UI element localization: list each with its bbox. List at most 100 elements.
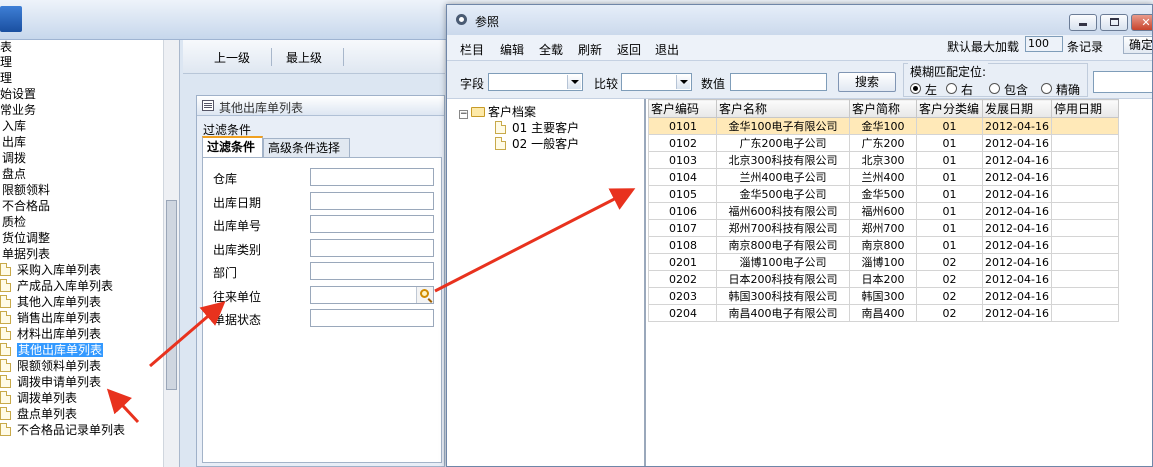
filter-input[interactable] xyxy=(310,238,434,257)
lookup-button[interactable] xyxy=(416,286,433,303)
nav-tree-label: 销售出库单列表 xyxy=(17,311,102,325)
column-header[interactable]: 客户名称 xyxy=(716,99,850,118)
table-row[interactable]: 0204 南昌400电子有限公司 南昌400 02 2012-04-16 xyxy=(648,304,1119,322)
table-row[interactable]: 0105 金华500电子公司 金华500 01 2012-04-16 xyxy=(648,185,1119,203)
value-input[interactable] xyxy=(730,73,827,91)
radio-left-label: 左 xyxy=(925,83,938,97)
table-cell: 南京800 xyxy=(849,236,917,254)
nav-tree-item[interactable]: 其他入库单列表 xyxy=(0,294,101,310)
filter-input[interactable] xyxy=(310,168,434,186)
nav-tree-item[interactable]: 入库 xyxy=(2,118,26,134)
column-header[interactable]: 停用日期 xyxy=(1051,99,1119,118)
nav-tree-item[interactable]: 货位调整 xyxy=(2,230,50,246)
table-row[interactable]: 0202 日本200科技有限公司 日本200 02 2012-04-16 xyxy=(648,270,1119,288)
filter-input[interactable] xyxy=(310,191,434,210)
radio-exact[interactable] xyxy=(1041,83,1052,94)
compare-select[interactable] xyxy=(621,73,692,91)
radio-left[interactable] xyxy=(910,83,921,94)
filter-input[interactable] xyxy=(310,309,434,327)
nav-tree-item[interactable]: 表 xyxy=(0,40,12,55)
table-cell: 郑州700科技有限公司 xyxy=(716,219,850,237)
minimize-button[interactable] xyxy=(1069,14,1097,31)
nav-tree-item[interactable]: 理 xyxy=(0,70,12,86)
table-row[interactable]: 0104 兰州400电子公司 兰州400 01 2012-04-16 xyxy=(648,168,1119,186)
nav-tree-item[interactable]: 采购入库单列表 xyxy=(0,262,101,278)
tree-root-customer-archive[interactable]: − 客户档案 xyxy=(459,104,536,120)
table-row[interactable]: 0102 广东200电子公司 广东200 01 2012-04-16 xyxy=(648,134,1119,152)
table-row[interactable]: 0106 福州600科技有限公司 福州600 01 2012-04-16 xyxy=(648,202,1119,220)
app-logo-icon xyxy=(0,6,22,32)
menu-return[interactable]: 返回 xyxy=(617,41,641,58)
filter-input[interactable] xyxy=(310,262,434,280)
menu-edit[interactable]: 编辑 xyxy=(500,41,524,58)
nav-tree-item[interactable]: 盘点 xyxy=(2,166,26,182)
table-cell: 兰州400 xyxy=(849,168,917,186)
tab-filter-conditions[interactable]: 过滤条件 xyxy=(202,136,263,158)
nav-tree-item[interactable]: 单据列表 xyxy=(2,246,50,262)
nav-tree-item[interactable]: 产成品入库单列表 xyxy=(0,278,113,294)
table-row[interactable]: 0103 北京300科技有限公司 北京300 01 2012-04-16 xyxy=(648,151,1119,169)
menu-refresh[interactable]: 刷新 xyxy=(578,41,602,58)
nav-tree-item[interactable]: 限额领料单列表 xyxy=(0,358,101,374)
close-button[interactable]: ✕ xyxy=(1131,14,1152,31)
table-cell: 2012-04-16 xyxy=(982,168,1052,186)
nav-tree-item[interactable]: 理 xyxy=(0,54,12,70)
left-navigation-tree[interactable]: 表理理始设置 常业务 入库 出库 调拨 盘点 限额领料 不合格品 质检 货位调整 单据列表 采购入库单… xyxy=(0,40,180,467)
nav-tree-item[interactable]: 始设置 xyxy=(0,86,36,102)
nav-tree-item[interactable]: 不合格品记录单列表 xyxy=(0,422,125,438)
nav-tree-item[interactable]: 销售出库单列表 xyxy=(0,310,101,326)
column-header[interactable]: 客户分类编 xyxy=(916,99,983,118)
tree-root-label: 客户档案 xyxy=(488,105,537,119)
tree-node-general-customers[interactable]: 02 一般客户 xyxy=(495,136,579,152)
table-row[interactable]: 0107 郑州700科技有限公司 郑州700 01 2012-04-16 xyxy=(648,219,1119,237)
tree-node-main-customers[interactable]: 01 主要客户 xyxy=(495,120,579,136)
collapse-icon[interactable]: − xyxy=(459,110,468,119)
ok-button[interactable]: 确定 xyxy=(1123,36,1152,54)
fuzzy-locate-input[interactable] xyxy=(1093,71,1152,93)
nav-tree-item[interactable]: 调拨 xyxy=(2,150,26,166)
scrollbar-thumb[interactable] xyxy=(166,200,177,390)
table-row[interactable]: 0201 淄博100电子公司 淄博100 02 2012-04-16 xyxy=(648,253,1119,271)
filter-input[interactable] xyxy=(310,285,434,304)
column-header[interactable]: 客户编码 xyxy=(648,99,717,118)
nav-tree-item[interactable]: 盘点单列表 xyxy=(0,406,77,422)
menu-load-all[interactable]: 全载 xyxy=(539,41,563,58)
field-label: 出库日期 xyxy=(213,195,262,210)
table-row[interactable]: 0101 金华100电子有限公司 金华100 01 2012-04-16 xyxy=(648,117,1119,135)
nav-tree-label: 货位调整 xyxy=(2,231,51,245)
customer-category-tree[interactable]: − 客户档案 01 主要客户 02 一般客户 xyxy=(447,99,646,466)
nav-tree-item[interactable]: 常业务 xyxy=(0,102,36,118)
table-cell: 2012-04-16 xyxy=(982,185,1052,203)
maximize-button[interactable] xyxy=(1100,14,1128,31)
filter-panel-titlebar: 其他出库单列表 xyxy=(197,96,444,116)
nav-tree-item[interactable]: 质检 xyxy=(2,214,26,230)
table-row[interactable]: 0203 韩国300科技有限公司 韩国300 02 2012-04-16 xyxy=(648,287,1119,305)
nav-tree-item[interactable]: 调拨申请单列表 xyxy=(0,374,101,390)
radio-right[interactable] xyxy=(946,83,957,94)
top-level-button[interactable]: 最上级 xyxy=(286,49,322,66)
max-load-input[interactable]: 100 xyxy=(1025,36,1063,52)
nav-tree-item[interactable]: 限额领料 xyxy=(2,182,50,198)
filter-input[interactable] xyxy=(310,215,434,233)
column-header[interactable]: 发展日期 xyxy=(982,99,1052,118)
radio-contains[interactable] xyxy=(989,83,1000,94)
nav-tree-item[interactable]: 不合格品 xyxy=(2,198,50,214)
nav-tree-item[interactable]: 其他出库单列表 xyxy=(0,342,104,358)
field-select[interactable] xyxy=(488,73,583,91)
left-tree-scrollbar[interactable] xyxy=(163,40,179,467)
table-cell: 福州600科技有限公司 xyxy=(716,202,850,220)
tab-advanced-conditions[interactable]: 高级条件选择 xyxy=(263,138,350,158)
menu-columns[interactable]: 栏目 xyxy=(460,41,484,58)
search-button[interactable]: 搜索 xyxy=(838,72,896,92)
nav-tree-label: 质检 xyxy=(2,215,27,229)
menu-exit[interactable]: 退出 xyxy=(655,41,679,58)
nav-tree-item[interactable]: 出库 xyxy=(2,134,26,150)
nav-tree-item[interactable]: 调拨单列表 xyxy=(0,390,77,406)
nav-tree-item[interactable]: 材料出库单列表 xyxy=(0,326,101,342)
document-icon xyxy=(0,279,11,292)
up-level-button[interactable]: 上一级 xyxy=(214,49,250,66)
nav-tree-label: 调拨 xyxy=(2,151,27,165)
table-row[interactable]: 0108 南京800电子有限公司 南京800 01 2012-04-16 xyxy=(648,236,1119,254)
table-cell: 广东200 xyxy=(849,134,917,152)
column-header[interactable]: 客户简称 xyxy=(849,99,917,118)
